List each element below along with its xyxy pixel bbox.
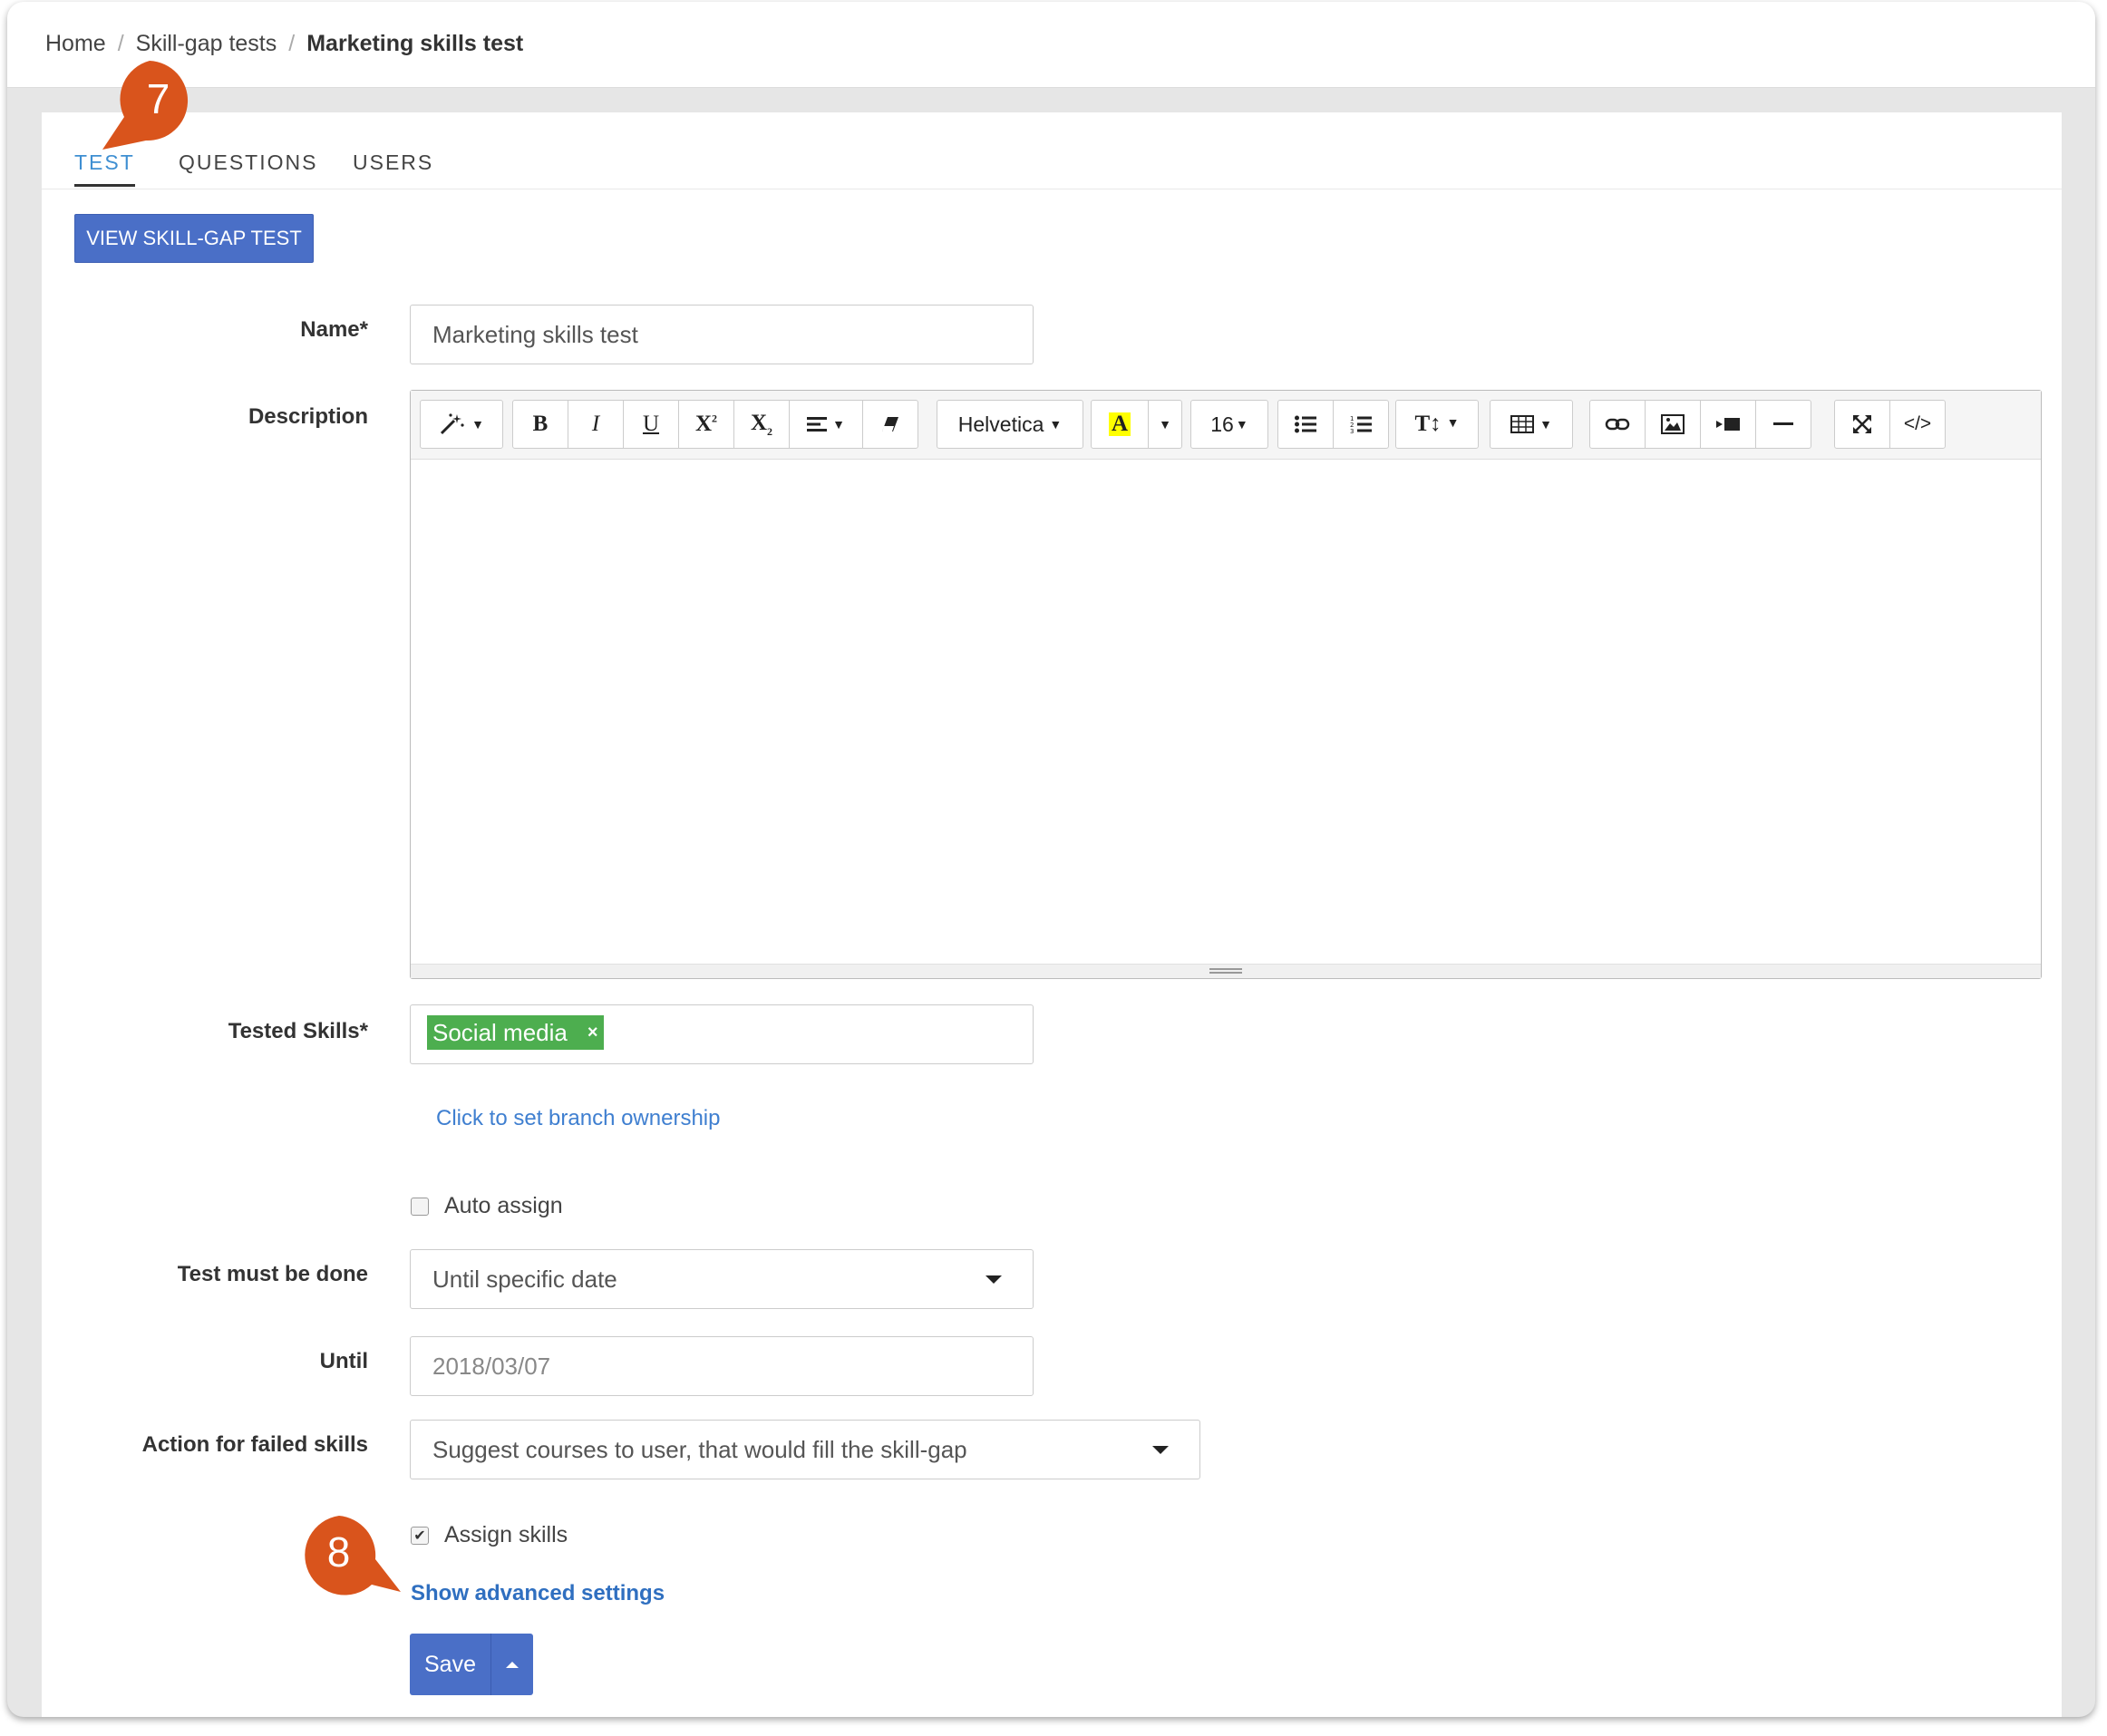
subscript-button[interactable]: X2: [733, 400, 790, 449]
callout-number: 7: [146, 74, 170, 122]
checkmark-icon: ✔: [413, 1528, 426, 1544]
save-options-toggle[interactable]: [491, 1634, 533, 1695]
numbered-list-button[interactable]: 123: [1333, 400, 1389, 449]
name-label: Name*: [300, 317, 368, 342]
subscript-icon: X2: [750, 410, 773, 438]
tab-users[interactable]: USERS: [353, 150, 433, 184]
tested-skills-label: Tested Skills*: [228, 1019, 368, 1043]
main-panel: TEST QUESTIONS USERS VIEW SKILL-GAP TEST…: [42, 112, 2062, 1717]
fullscreen-icon: [1853, 415, 1871, 433]
font-family-dropdown[interactable]: Helvetica ▼: [937, 400, 1083, 449]
caret-down-icon: [1152, 1446, 1169, 1454]
description-editor: ▼ B I U X2 X2 ▼ Helvetica ▼ A ▼ 16 ▼ 1 2…: [410, 390, 2042, 979]
underline-button[interactable]: U: [623, 400, 679, 449]
superscript-button[interactable]: X2: [678, 400, 734, 449]
editor-resize-handle[interactable]: [411, 964, 2041, 978]
save-button-group: Save: [410, 1634, 533, 1695]
eraser-icon: [882, 417, 898, 432]
italic-button[interactable]: I: [568, 400, 624, 449]
clear-format-button[interactable]: [862, 400, 918, 449]
chevron-down-icon: ▼: [832, 417, 845, 432]
link-button[interactable]: [1589, 400, 1646, 449]
chevron-down-icon: ▼: [471, 417, 484, 432]
image-icon: [1661, 414, 1685, 434]
remove-skill-icon[interactable]: ×: [587, 1023, 598, 1043]
breadcrumb-separator: /: [117, 31, 124, 56]
grip-icon: [1209, 968, 1242, 974]
failed-skills-label: Action for failed skills: [141, 1432, 368, 1457]
chevron-down-icon: ▼: [1446, 417, 1460, 431]
until-date-input[interactable]: 2018/03/07: [410, 1336, 1034, 1396]
horizontal-rule-button[interactable]: [1755, 400, 1811, 449]
assign-skills-checkbox[interactable]: ✔: [411, 1527, 429, 1545]
align-left-icon: [807, 417, 828, 432]
breadcrumb: Home / Skill-gap tests / Marketing skill…: [45, 31, 523, 57]
chevron-down-icon: ▼: [1235, 417, 1248, 432]
description-label: Description: [248, 404, 368, 429]
breadcrumb-skill-gap-tests[interactable]: Skill-gap tests: [136, 31, 277, 57]
color-dropdown[interactable]: ▼: [1148, 400, 1182, 449]
bullet-list-button[interactable]: [1277, 400, 1334, 449]
name-input[interactable]: Marketing skills test: [410, 305, 1034, 364]
tested-skills-input[interactable]: Social media ×: [410, 1004, 1034, 1064]
callout-marker-7: 7: [102, 57, 192, 150]
bold-icon: B: [532, 412, 549, 436]
italic-icon: I: [591, 412, 600, 436]
font-color-icon: A: [1108, 412, 1131, 436]
chevron-down-icon: ▼: [1159, 417, 1171, 432]
skill-tag-label: Social media: [432, 1018, 568, 1046]
until-label: Until: [319, 1349, 368, 1373]
tab-bar: TEST QUESTIONS USERS: [42, 112, 2062, 189]
chevron-down-icon: ▼: [1539, 417, 1552, 432]
test-must-be-done-select[interactable]: Until specific date: [410, 1249, 1034, 1309]
underline-icon: U: [642, 412, 660, 436]
breadcrumb-separator: /: [288, 31, 296, 56]
bold-button[interactable]: B: [512, 400, 568, 449]
show-advanced-settings-link[interactable]: Show advanced settings: [411, 1581, 665, 1606]
superscript-icon: X2: [694, 412, 718, 436]
view-skill-gap-test-button[interactable]: VIEW SKILL-GAP TEST: [74, 214, 314, 263]
chevron-down-icon: ▼: [1049, 417, 1063, 432]
callout-number: 8: [326, 1527, 351, 1576]
table-dropdown[interactable]: ▼: [1490, 400, 1573, 449]
breadcrumb-home[interactable]: Home: [45, 31, 106, 57]
numbered-list-icon: 123: [1350, 415, 1372, 434]
image-button[interactable]: [1645, 400, 1701, 449]
align-dropdown[interactable]: ▼: [789, 400, 863, 449]
caret-down-icon: [986, 1275, 1002, 1284]
svg-text:3: 3: [1350, 428, 1354, 434]
video-icon: [1716, 418, 1740, 431]
auto-assign-checkbox[interactable]: [411, 1198, 429, 1216]
font-size-dropdown[interactable]: 16 ▼: [1190, 400, 1268, 449]
assign-skills-label: Assign skills: [444, 1522, 568, 1547]
callout-marker-8: 8: [299, 1512, 401, 1598]
auto-assign-label: Auto assign: [444, 1193, 563, 1218]
line-height-dropdown[interactable]: T↕ ▼: [1395, 400, 1479, 449]
save-button[interactable]: Save: [410, 1634, 491, 1695]
breadcrumb-current: Marketing skills test: [306, 31, 524, 56]
tab-questions[interactable]: QUESTIONS: [179, 150, 317, 184]
horizontal-rule-icon: [1773, 422, 1793, 425]
top-bar: Home / Skill-gap tests / Marketing skill…: [7, 2, 2095, 88]
bullet-list-icon: [1295, 415, 1316, 433]
code-icon: </>: [1903, 413, 1932, 434]
text-color-button[interactable]: A: [1091, 400, 1149, 449]
branch-ownership-link[interactable]: Click to set branch ownership: [436, 1106, 720, 1131]
description-text-area[interactable]: [411, 461, 2041, 965]
skill-tag: Social media ×: [427, 1015, 604, 1050]
link-icon: [1605, 418, 1630, 431]
magic-wand-icon: [441, 413, 464, 435]
text-height-icon: T↕: [1414, 412, 1442, 436]
code-view-button[interactable]: </>: [1889, 400, 1946, 449]
test-must-be-done-label: Test must be done: [177, 1262, 368, 1286]
video-button[interactable]: [1700, 400, 1756, 449]
failed-skills-action-select[interactable]: Suggest courses to user, that would fill…: [410, 1420, 1200, 1479]
table-icon: [1510, 415, 1535, 433]
editor-toolbar: ▼ B I U X2 X2 ▼ Helvetica ▼ A ▼ 16 ▼ 1 2…: [411, 391, 2041, 460]
app-window: Home / Skill-gap tests / Marketing skill…: [7, 2, 2095, 1717]
fullscreen-button[interactable]: [1834, 400, 1890, 449]
style-dropdown[interactable]: ▼: [420, 400, 503, 449]
caret-up-icon: [506, 1661, 519, 1668]
